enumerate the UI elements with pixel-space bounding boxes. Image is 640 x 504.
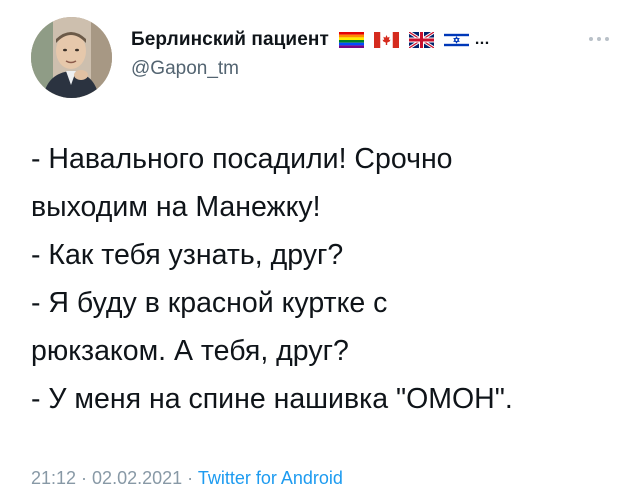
tweet-text: - Навального посадили! Срочно выходим на… [31, 135, 621, 423]
author-name-row[interactable]: Берлинский пациент ... [131, 27, 490, 53]
tweet-time[interactable]: 21:12 [31, 468, 76, 488]
more-dot-icon [597, 37, 601, 41]
tweet-text-line: рюкзаком. А тебя, друг? [31, 335, 349, 367]
more-options-button[interactable] [582, 30, 616, 48]
canada-flag-icon [373, 32, 399, 48]
tweet-text-line: - У меня на спине нашивка "ОМОН". [31, 383, 513, 415]
meta-separator: · [182, 468, 198, 488]
rainbow-flag-icon [338, 32, 364, 48]
meta-separator: · [76, 468, 93, 488]
avatar[interactable] [31, 17, 112, 98]
tweet-source-link[interactable]: Twitter for Android [198, 468, 343, 488]
tweet-meta: 21:12 · 02.02.2021 · Twitter for Android [31, 468, 343, 489]
more-dot-icon [605, 37, 609, 41]
display-name[interactable]: Берлинский пациент [131, 29, 329, 51]
tweet-text-line: - Навального посадили! Срочно [31, 143, 453, 175]
name-flags [338, 32, 479, 48]
tweet-card: Берлинский пациент ... @Gapon_tm - Навал… [0, 0, 640, 504]
tweet-text-line: - Как тебя узнать, друг? [31, 239, 344, 271]
tweet-date[interactable]: 02.02.2021 [92, 468, 182, 488]
tweet-text-line: выходим на Манежку! [31, 191, 321, 223]
author-handle[interactable]: @Gapon_tm [131, 58, 239, 80]
israel-flag-icon [443, 32, 469, 48]
tweet-text-line: - Я буду в красной куртке с [31, 287, 388, 319]
name-truncation: ... [474, 31, 490, 48]
more-dot-icon [589, 37, 593, 41]
uk-flag-icon [408, 32, 434, 48]
